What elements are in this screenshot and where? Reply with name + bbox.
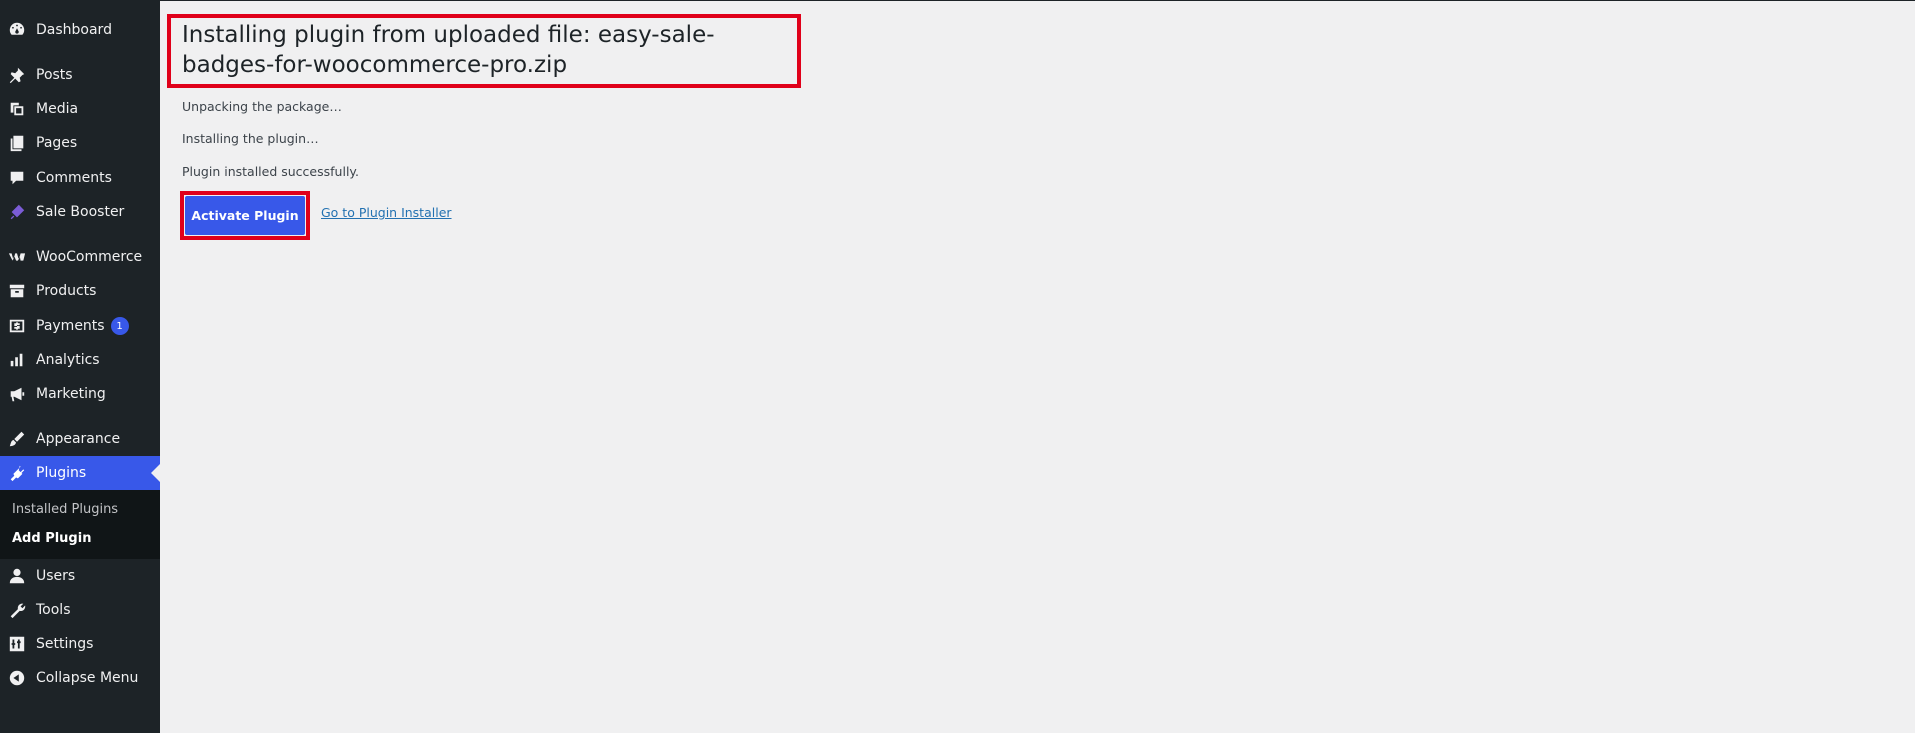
menu-users[interactable]: Users <box>0 559 160 593</box>
admin-sidebar: Dashboard Posts Media Pages Comments Sal… <box>0 0 160 733</box>
menu-sale-booster-label: Sale Booster <box>36 204 125 220</box>
sliders-icon <box>7 634 27 654</box>
status-message-success: Plugin installed successfully. <box>182 164 360 179</box>
menu-payments[interactable]: Payments 1 <box>0 309 160 343</box>
menu-tools-label: Tools <box>36 602 71 618</box>
menu-payments-label: Payments <box>36 318 105 334</box>
page-title: Installing plugin from uploaded file: ea… <box>182 22 715 78</box>
menu-marketing-label: Marketing <box>36 386 106 402</box>
collapse-icon <box>7 668 27 688</box>
brush-icon <box>7 429 27 449</box>
menu-plugins[interactable]: Plugins <box>0 456 160 490</box>
submenu-installed-plugins[interactable]: Installed Plugins <box>12 502 118 517</box>
bar-chart-icon <box>7 350 27 370</box>
megaphone-icon <box>7 384 27 404</box>
status-message-unpacking: Unpacking the package… <box>182 99 342 114</box>
menu-dashboard-label: Dashboard <box>36 22 112 38</box>
menu-users-label: Users <box>36 568 76 584</box>
dashboard-icon <box>7 20 27 40</box>
payments-count-badge: 1 <box>110 317 129 335</box>
menu-appearance-label: Appearance <box>36 431 121 447</box>
media-icon <box>7 99 27 119</box>
menu-pages[interactable]: Pages <box>0 126 160 160</box>
menu-products[interactable]: Products <box>0 274 160 308</box>
menu-plugins-label: Plugins <box>36 465 87 481</box>
menu-products-label: Products <box>36 283 97 299</box>
plug-icon <box>7 463 27 483</box>
archive-icon <box>7 281 27 301</box>
woo-icon <box>7 247 27 267</box>
activate-plugin-button[interactable]: Activate Plugin <box>185 196 305 235</box>
menu-analytics[interactable]: Analytics <box>0 343 160 377</box>
comment-icon <box>7 168 27 188</box>
menu-analytics-label: Analytics <box>36 352 100 368</box>
menu-appearance[interactable]: Appearance <box>0 422 160 456</box>
top-border <box>160 0 1915 1</box>
menu-media-label: Media <box>36 101 79 117</box>
wrench-icon <box>7 600 27 620</box>
menu-pages-label: Pages <box>36 135 78 151</box>
go-to-plugin-installer-link[interactable]: Go to Plugin Installer <box>321 205 452 220</box>
status-message-installing: Installing the plugin… <box>182 131 319 146</box>
menu-settings[interactable]: Settings <box>0 627 160 661</box>
menu-comments-label: Comments <box>36 170 112 186</box>
menu-tools[interactable]: Tools <box>0 593 160 627</box>
user-icon <box>7 566 27 586</box>
dollar-icon <box>7 316 27 336</box>
sale-booster-icon <box>7 202 27 222</box>
menu-dashboard[interactable]: Dashboard <box>0 13 160 47</box>
pin-icon <box>7 65 27 85</box>
plugins-submenu: Installed Plugins Add Plugin <box>0 490 160 559</box>
menu-marketing[interactable]: Marketing <box>0 377 160 411</box>
menu-woocommerce-label: WooCommerce <box>36 249 143 265</box>
menu-media[interactable]: Media <box>0 92 160 126</box>
collapse-menu-label: Collapse Menu <box>36 670 139 686</box>
pages-icon <box>7 133 27 153</box>
collapse-menu-button[interactable]: Collapse Menu <box>0 661 160 695</box>
menu-sale-booster[interactable]: Sale Booster <box>0 195 160 229</box>
menu-posts-label: Posts <box>36 67 73 83</box>
menu-comments[interactable]: Comments <box>0 161 160 195</box>
submenu-add-plugin[interactable]: Add Plugin <box>12 531 91 546</box>
menu-settings-label: Settings <box>36 636 94 652</box>
menu-posts[interactable]: Posts <box>0 58 160 92</box>
menu-woocommerce[interactable]: WooCommerce <box>0 240 160 274</box>
